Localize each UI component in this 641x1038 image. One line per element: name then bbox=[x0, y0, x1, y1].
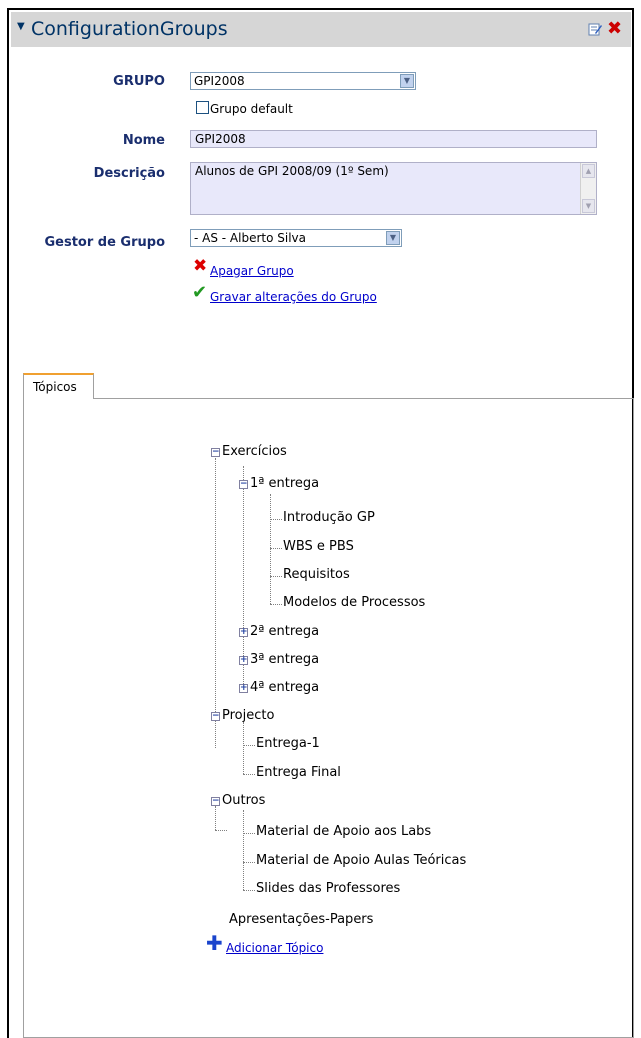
chevron-down-icon: ▼ bbox=[386, 231, 400, 245]
nome-field[interactable]: GPI2008 bbox=[190, 130, 597, 148]
gestor-select-value: - AS - Alberto Silva bbox=[194, 231, 307, 245]
nome-label: Nome bbox=[122, 133, 165, 148]
chevron-down-icon: ▼ bbox=[400, 74, 414, 88]
tree-line bbox=[270, 604, 282, 605]
tree-node-slides[interactable]: Slides das Professores bbox=[256, 881, 400, 896]
scroll-down-icon[interactable]: ▼ bbox=[582, 199, 595, 213]
tree-node-entrega3[interactable]: 3ª entrega bbox=[250, 652, 319, 667]
edit-icon[interactable] bbox=[587, 21, 603, 37]
gravar-grupo-link[interactable]: Gravar alterações do Grupo bbox=[210, 290, 377, 304]
close-icon[interactable]: ✖ bbox=[607, 20, 623, 38]
grupo-default-checkbox[interactable] bbox=[196, 101, 209, 114]
tree-line bbox=[243, 862, 255, 863]
expand-icon[interactable]: + bbox=[239, 656, 248, 665]
tree-node-modelos[interactable]: Modelos de Processos bbox=[283, 595, 425, 610]
grupo-select[interactable]: GPI2008 ▼ bbox=[190, 72, 416, 90]
collapse-icon[interactable]: − bbox=[239, 480, 248, 489]
add-icon[interactable]: ✚ bbox=[206, 933, 223, 953]
collapse-caret-icon[interactable]: ▼ bbox=[17, 21, 25, 32]
collapse-icon[interactable]: − bbox=[211, 797, 220, 806]
collapse-icon[interactable]: − bbox=[211, 448, 220, 457]
tree-line bbox=[243, 833, 255, 834]
tree-line bbox=[215, 458, 216, 748]
checkmark-icon[interactable]: ✔ bbox=[192, 284, 207, 302]
tree-line bbox=[270, 548, 282, 549]
tree-node-entrega-1[interactable]: Entrega-1 bbox=[256, 736, 320, 751]
tree-line bbox=[270, 494, 271, 604]
descricao-text: Alunos de GPI 2008/09 (1º Sem) bbox=[195, 164, 389, 178]
tree-node-apresentacoes[interactable]: Apresentações-Papers bbox=[229, 912, 373, 927]
grupo-label: GRUPO bbox=[113, 74, 165, 89]
collapse-icon[interactable]: − bbox=[211, 712, 220, 721]
tree-line bbox=[270, 576, 282, 577]
expand-icon[interactable]: + bbox=[239, 628, 248, 637]
apagar-grupo-link[interactable]: Apagar Grupo bbox=[210, 264, 294, 278]
tree-node-projecto[interactable]: Projecto bbox=[222, 708, 274, 723]
tree-node-wbs[interactable]: WBS e PBS bbox=[283, 539, 354, 554]
tree-node-outros[interactable]: Outros bbox=[222, 793, 265, 808]
tree-line bbox=[243, 890, 255, 891]
scroll-up-icon[interactable]: ▲ bbox=[582, 164, 595, 178]
gestor-label: Gestor de Grupo bbox=[44, 235, 165, 250]
delete-icon[interactable]: ✖ bbox=[193, 258, 207, 275]
tree-node-exercicios[interactable]: Exercícios bbox=[222, 444, 287, 459]
tree-node-introducao[interactable]: Introdução GP bbox=[283, 510, 375, 525]
tree-line bbox=[243, 774, 255, 775]
topicos-panel bbox=[23, 398, 634, 1038]
adicionar-topico-link[interactable]: Adicionar Tópico bbox=[226, 941, 323, 955]
grupo-default-label: Grupo default bbox=[210, 102, 293, 116]
tree-line bbox=[243, 745, 255, 746]
tree-node-entrega4[interactable]: 4ª entrega bbox=[250, 680, 319, 695]
grupo-select-value: GPI2008 bbox=[194, 74, 245, 88]
tree-line bbox=[243, 810, 244, 890]
expand-icon[interactable]: + bbox=[239, 684, 248, 693]
descricao-scrollbar[interactable]: ▲ ▼ bbox=[580, 163, 596, 214]
panel-title: ConfigurationGroups bbox=[31, 18, 228, 40]
tree-node-entrega2[interactable]: 2ª entrega bbox=[250, 624, 319, 639]
tree-node-entrega-final[interactable]: Entrega Final bbox=[256, 765, 341, 780]
tab-topicos[interactable]: Tópicos bbox=[23, 373, 94, 399]
descricao-label: Descrição bbox=[93, 166, 165, 181]
tree-line bbox=[243, 722, 244, 774]
tree-node-material-labs[interactable]: Material de Apoio aos Labs bbox=[256, 824, 431, 839]
gestor-select[interactable]: - AS - Alberto Silva ▼ bbox=[190, 229, 402, 247]
tree-line bbox=[270, 519, 282, 520]
tree-line bbox=[215, 806, 216, 830]
descricao-textarea[interactable]: Alunos de GPI 2008/09 (1º Sem) ▲ ▼ bbox=[190, 162, 597, 215]
tree-node-requisitos[interactable]: Requisitos bbox=[283, 567, 350, 582]
panel-titlebar: ▼ ConfigurationGroups ✖ bbox=[11, 12, 631, 47]
tree-node-material-teoricas[interactable]: Material de Apoio Aulas Teóricas bbox=[256, 853, 466, 868]
tree-line bbox=[215, 830, 227, 831]
tree-node-entrega1[interactable]: 1ª entrega bbox=[250, 476, 319, 491]
